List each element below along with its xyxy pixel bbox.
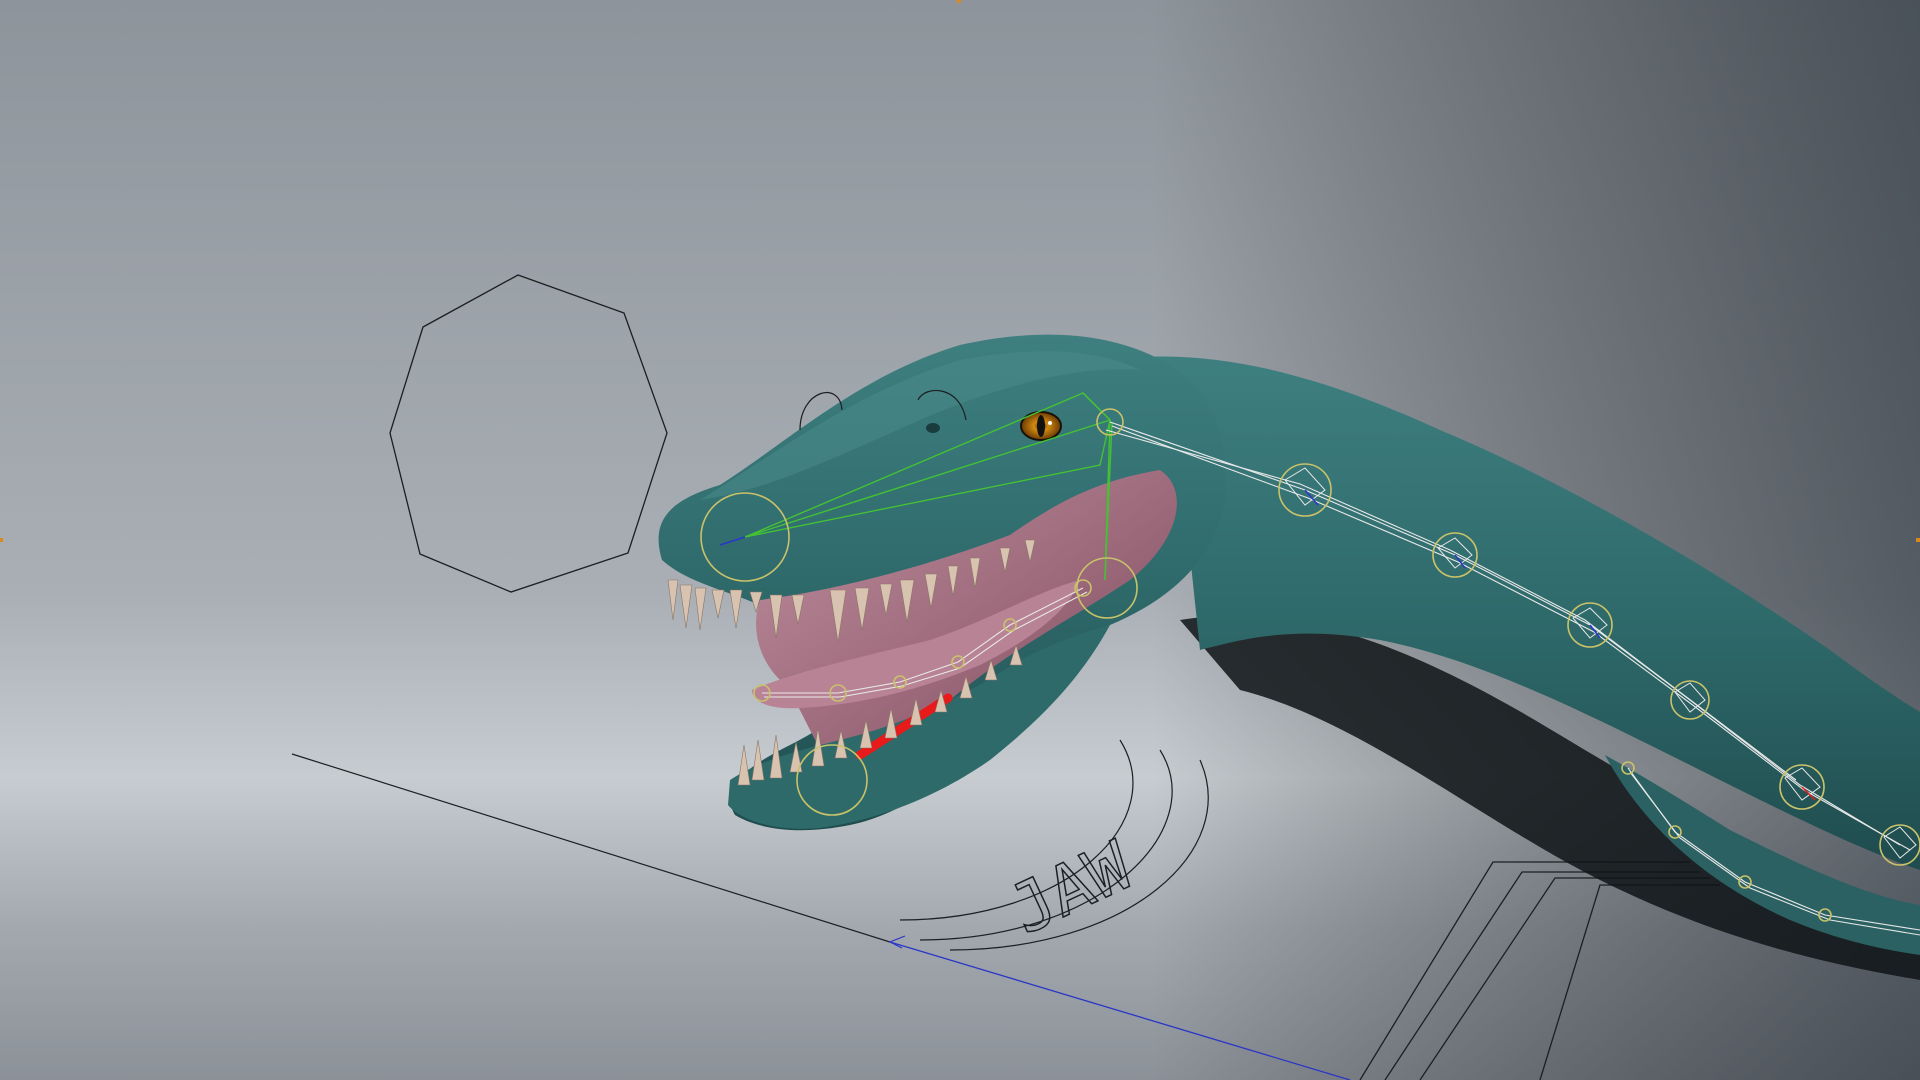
nostril — [926, 423, 940, 433]
eye-glint — [1048, 421, 1052, 425]
viewport-scene[interactable]: JAW — [0, 0, 1920, 1080]
maya-viewport[interactable]: JAW — [0, 0, 1920, 1080]
eye-pupil — [1037, 415, 1045, 437]
